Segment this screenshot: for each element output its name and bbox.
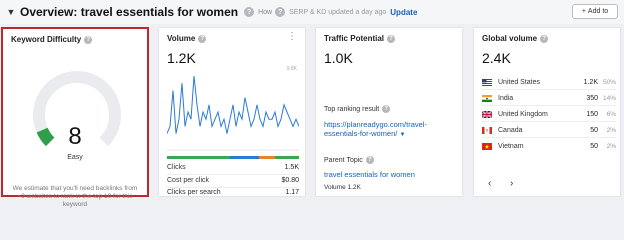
page-title: Overview: travel essentials for women bbox=[20, 5, 239, 19]
metric-row-cpc: Cost per click $0.80 bbox=[167, 177, 299, 184]
chevron-down-icon[interactable]: ▼ bbox=[4, 5, 18, 19]
volume-card: Volume ? ⋮ 1.2K 9.8K Clicks 1.5K Cost pe… bbox=[158, 27, 306, 197]
label-text: Parent Topic bbox=[324, 156, 363, 164]
bar-segment bbox=[230, 156, 260, 159]
country-row-us[interactable]: United States 1.2K 50% bbox=[482, 76, 616, 88]
overview-header: ▼ Overview: travel essentials for women … bbox=[0, 0, 624, 24]
parent-topic-volume: Volume 1.2K bbox=[324, 184, 361, 191]
vietnam-flag-icon bbox=[482, 142, 492, 150]
volume-trend-line bbox=[167, 75, 299, 134]
country-row-ca[interactable]: Canada 50 2% bbox=[482, 124, 616, 136]
global-volume-card: Global volume ? 2.4K United States 1.2K … bbox=[473, 27, 621, 197]
help-icon[interactable]: ? bbox=[387, 34, 396, 43]
update-status-text: SERP & KD updated a day ago bbox=[289, 8, 387, 16]
volume-title: Volume bbox=[167, 34, 196, 43]
top-ranking-result-label: Top ranking result ? bbox=[324, 105, 391, 113]
country-share: 2% bbox=[606, 126, 616, 134]
update-button[interactable]: Update bbox=[390, 8, 417, 17]
card-title: Global volume ? bbox=[482, 34, 549, 43]
metric-row-cps: Clicks per search 1.17 bbox=[167, 189, 299, 196]
help-icon[interactable]: ? bbox=[275, 7, 286, 17]
country-volume: 50 bbox=[590, 126, 598, 134]
divider bbox=[482, 105, 616, 106]
help-icon[interactable]: ? bbox=[540, 34, 549, 43]
canada-flag-icon bbox=[482, 126, 492, 134]
help-icon[interactable]: ? bbox=[198, 34, 207, 43]
card-title: Volume ? bbox=[167, 34, 207, 43]
caret-down-icon[interactable]: ▼ bbox=[399, 132, 405, 138]
difficulty-note: We estimate that you'll need backlinks f… bbox=[12, 185, 138, 208]
country-row-gb[interactable]: United Kingdom 150 6% bbox=[482, 108, 616, 120]
country-share: 14% bbox=[602, 94, 616, 102]
card-title: Keyword Difficulty ? bbox=[11, 35, 93, 44]
top-ranking-result-link[interactable]: https://planreadygo.com/travel-essential… bbox=[324, 120, 458, 140]
chevron-right-icon[interactable]: › bbox=[510, 178, 513, 189]
help-icon[interactable]: ? bbox=[365, 156, 374, 164]
help-icon[interactable]: ? bbox=[382, 105, 391, 113]
country-share: 2% bbox=[606, 142, 616, 150]
metric-label: Clicks per search bbox=[167, 189, 221, 196]
keyword-difficulty-card: Keyword Difficulty ? 8 Easy We estimate … bbox=[1, 27, 149, 208]
india-flag-icon bbox=[482, 94, 492, 102]
difficulty-label: Easy bbox=[67, 154, 83, 161]
divider bbox=[482, 89, 616, 90]
bar-segment bbox=[275, 156, 299, 159]
country-share: 50% bbox=[602, 78, 616, 86]
traffic-potential-card: Traffic Potential ? 1.0K Top ranking res… bbox=[315, 27, 463, 197]
country-volume: 50 bbox=[590, 142, 598, 150]
us-flag-icon bbox=[482, 78, 492, 86]
divider bbox=[482, 137, 616, 138]
chart-max-label: 9.8K bbox=[287, 66, 298, 72]
divider bbox=[482, 121, 616, 122]
country-name: India bbox=[498, 94, 514, 102]
divider bbox=[167, 174, 299, 175]
country-volume: 350 bbox=[586, 94, 598, 102]
uk-flag-icon bbox=[482, 110, 492, 118]
country-volume: 1.2K bbox=[583, 78, 598, 86]
metric-row-clicks: Clicks 1.5K bbox=[167, 164, 299, 171]
metric-label: Clicks bbox=[167, 164, 186, 171]
help-icon[interactable]: ? bbox=[244, 7, 255, 17]
country-share: 6% bbox=[606, 110, 616, 118]
bar-segment bbox=[167, 156, 231, 159]
country-name: Canada bbox=[498, 126, 523, 134]
parent-topic-label: Parent Topic ? bbox=[324, 156, 374, 164]
card-title: Traffic Potential ? bbox=[324, 34, 396, 43]
metric-value: 1.5K bbox=[284, 164, 299, 171]
country-name: United States bbox=[498, 78, 541, 86]
country-name: United Kingdom bbox=[498, 110, 548, 118]
country-name: Vietnam bbox=[498, 142, 524, 150]
how-link[interactable]: How bbox=[258, 9, 272, 16]
label-text: Top ranking result bbox=[324, 105, 380, 113]
traffic-split-bar bbox=[167, 156, 299, 159]
global-volume-title: Global volume bbox=[482, 34, 538, 43]
difficulty-score: 8 bbox=[68, 123, 82, 150]
bar-segment bbox=[259, 156, 276, 159]
chevron-left-icon[interactable]: ‹ bbox=[488, 178, 491, 189]
add-to-label: Add to bbox=[587, 8, 609, 15]
keyword-difficulty-title: Keyword Difficulty bbox=[11, 35, 82, 44]
country-row-vn[interactable]: Vietnam 50 2% bbox=[482, 140, 616, 152]
volume-history-chart: 9.8K bbox=[167, 66, 299, 151]
country-row-in[interactable]: India 350 14% bbox=[482, 92, 616, 104]
plus-icon: + bbox=[581, 8, 586, 15]
add-to-button[interactable]: + Add to bbox=[572, 4, 618, 19]
metric-label: Cost per click bbox=[167, 177, 210, 184]
country-volume: 150 bbox=[586, 110, 598, 118]
more-menu-icon[interactable]: ⋮ bbox=[287, 32, 297, 42]
result-url[interactable]: https://planreadygo.com/travel-essential… bbox=[324, 120, 427, 138]
metric-value: 1.17 bbox=[285, 189, 299, 196]
metric-value: $0.80 bbox=[281, 177, 299, 184]
help-icon[interactable]: ? bbox=[84, 35, 93, 44]
global-volume-value: 2.4K bbox=[482, 50, 511, 66]
traffic-potential-value: 1.0K bbox=[324, 50, 353, 66]
traffic-potential-title: Traffic Potential bbox=[324, 34, 385, 43]
parent-topic-link[interactable]: travel essentials for women bbox=[324, 170, 415, 179]
divider bbox=[167, 187, 299, 188]
